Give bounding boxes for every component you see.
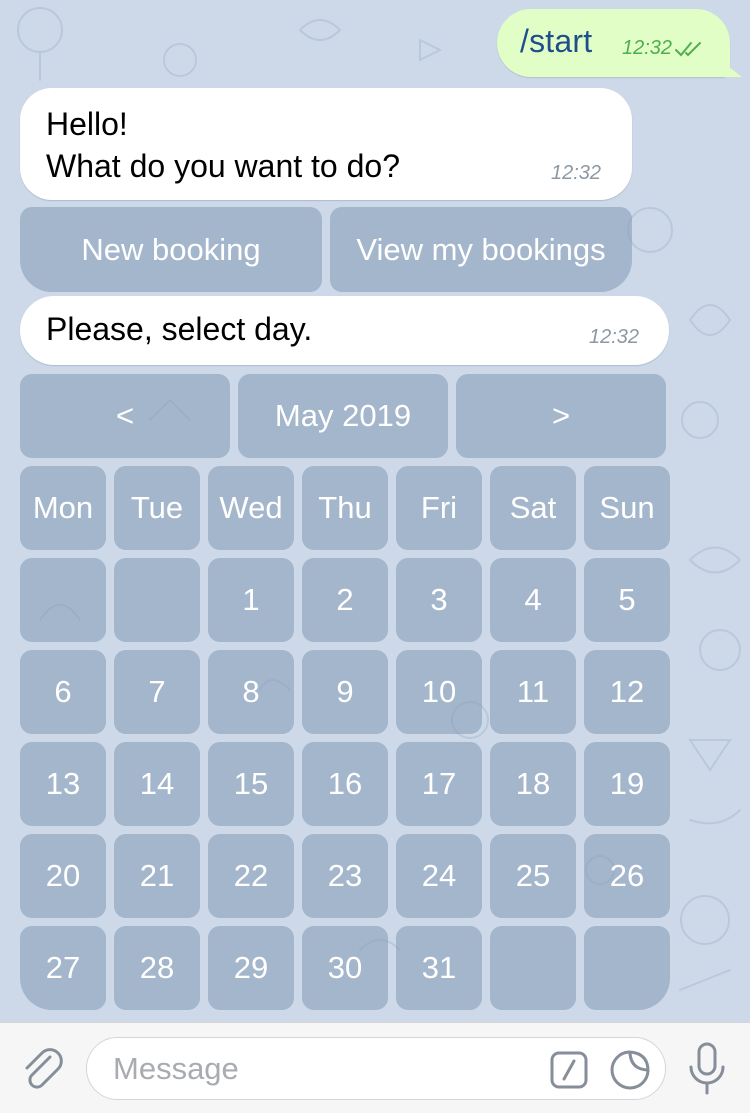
sticker-icon[interactable] bbox=[609, 1049, 651, 1091]
calendar-day-button[interactable]: 10 bbox=[396, 650, 482, 734]
calendar-day-button[interactable]: 26 bbox=[584, 834, 670, 918]
message-input-bar bbox=[0, 1022, 750, 1113]
calendar-day-button[interactable]: 16 bbox=[302, 742, 388, 826]
new-booking-button[interactable]: New booking bbox=[20, 207, 322, 292]
calendar-day-button[interactable]: 31 bbox=[396, 926, 482, 1010]
calendar-day-button[interactable]: 20 bbox=[20, 834, 106, 918]
select-day-time: 12:32 bbox=[589, 326, 640, 348]
outgoing-message-text: /start bbox=[520, 23, 593, 59]
weekday-thu[interactable]: Thu bbox=[302, 466, 388, 550]
weekday-mon[interactable]: Mon bbox=[20, 466, 106, 550]
outgoing-message-meta: 12:32 bbox=[622, 37, 704, 60]
calendar-day-button[interactable]: 30 bbox=[302, 926, 388, 1010]
weekday-wed[interactable]: Wed bbox=[208, 466, 294, 550]
calendar-day-button[interactable]: 14 bbox=[114, 742, 200, 826]
month-title-button[interactable]: May 2019 bbox=[238, 374, 448, 458]
calendar-day-button[interactable]: 17 bbox=[396, 742, 482, 826]
calendar-day-button[interactable]: 7 bbox=[114, 650, 200, 734]
previous-month-button[interactable]: < bbox=[20, 374, 230, 458]
calendar-day-button[interactable]: 15 bbox=[208, 742, 294, 826]
calendar-day-button[interactable]: 13 bbox=[20, 742, 106, 826]
incoming-message-bubble[interactable]: Hello! What do you want to do? 12:32 bbox=[20, 88, 632, 200]
calendar-day-button[interactable]: 1 bbox=[208, 558, 294, 642]
calendar-day-button[interactable]: 6 bbox=[20, 650, 106, 734]
next-month-button[interactable]: > bbox=[456, 374, 666, 458]
calendar-day-button[interactable]: 12 bbox=[584, 650, 670, 734]
calendar-day-button[interactable]: 25 bbox=[490, 834, 576, 918]
microphone-icon[interactable] bbox=[684, 1041, 730, 1097]
calendar-empty-cell[interactable] bbox=[584, 926, 670, 1010]
calendar-day-button[interactable]: 8 bbox=[208, 650, 294, 734]
calendar-day-button[interactable]: 27 bbox=[20, 926, 106, 1010]
outgoing-message-time: 12:32 bbox=[622, 37, 673, 59]
read-checkmarks-icon bbox=[675, 41, 702, 56]
weekday-sun[interactable]: Sun bbox=[584, 466, 670, 550]
message-field[interactable] bbox=[86, 1037, 666, 1100]
calendar-day-button[interactable]: 19 bbox=[584, 742, 670, 826]
calendar-day-button[interactable]: 4 bbox=[490, 558, 576, 642]
greeting-line-2: What do you want to do? bbox=[46, 148, 400, 184]
outgoing-message-bubble[interactable]: /start 12:32 bbox=[497, 9, 730, 77]
calendar-day-button[interactable]: 3 bbox=[396, 558, 482, 642]
calendar-day-button[interactable]: 23 bbox=[302, 834, 388, 918]
incoming-message-bubble[interactable]: Please, select day. 12:32 bbox=[20, 296, 669, 365]
select-day-text: Please, select day. bbox=[46, 311, 313, 347]
calendar-day-button[interactable]: 28 bbox=[114, 926, 200, 1010]
weekday-fri[interactable]: Fri bbox=[396, 466, 482, 550]
greeting-time: 12:32 bbox=[551, 162, 602, 184]
calendar-day-button[interactable]: 29 bbox=[208, 926, 294, 1010]
slash-command-icon[interactable] bbox=[549, 1050, 589, 1090]
outgoing-bubble-tail bbox=[720, 60, 742, 77]
calendar-day-button[interactable]: 5 bbox=[584, 558, 670, 642]
calendar-day-button[interactable]: 24 bbox=[396, 834, 482, 918]
calendar-day-button[interactable]: 21 bbox=[114, 834, 200, 918]
calendar-day-button[interactable]: 22 bbox=[208, 834, 294, 918]
greeting-line-1: Hello! bbox=[46, 106, 128, 142]
calendar-empty-cell[interactable] bbox=[490, 926, 576, 1010]
chat-area: /start 12:32 Hello! What do you want to … bbox=[0, 0, 750, 1022]
message-input[interactable] bbox=[111, 1046, 535, 1092]
calendar-day-button[interactable]: 11 bbox=[490, 650, 576, 734]
calendar-day-button[interactable]: 18 bbox=[490, 742, 576, 826]
paperclip-icon[interactable] bbox=[18, 1043, 68, 1093]
calendar-empty-cell[interactable] bbox=[114, 558, 200, 642]
calendar-day-button[interactable]: 2 bbox=[302, 558, 388, 642]
calendar-day-button[interactable]: 9 bbox=[302, 650, 388, 734]
calendar-empty-cell[interactable] bbox=[20, 558, 106, 642]
view-my-bookings-button[interactable]: View my bookings bbox=[330, 207, 632, 292]
weekday-sat[interactable]: Sat bbox=[490, 466, 576, 550]
weekday-tue[interactable]: Tue bbox=[114, 466, 200, 550]
